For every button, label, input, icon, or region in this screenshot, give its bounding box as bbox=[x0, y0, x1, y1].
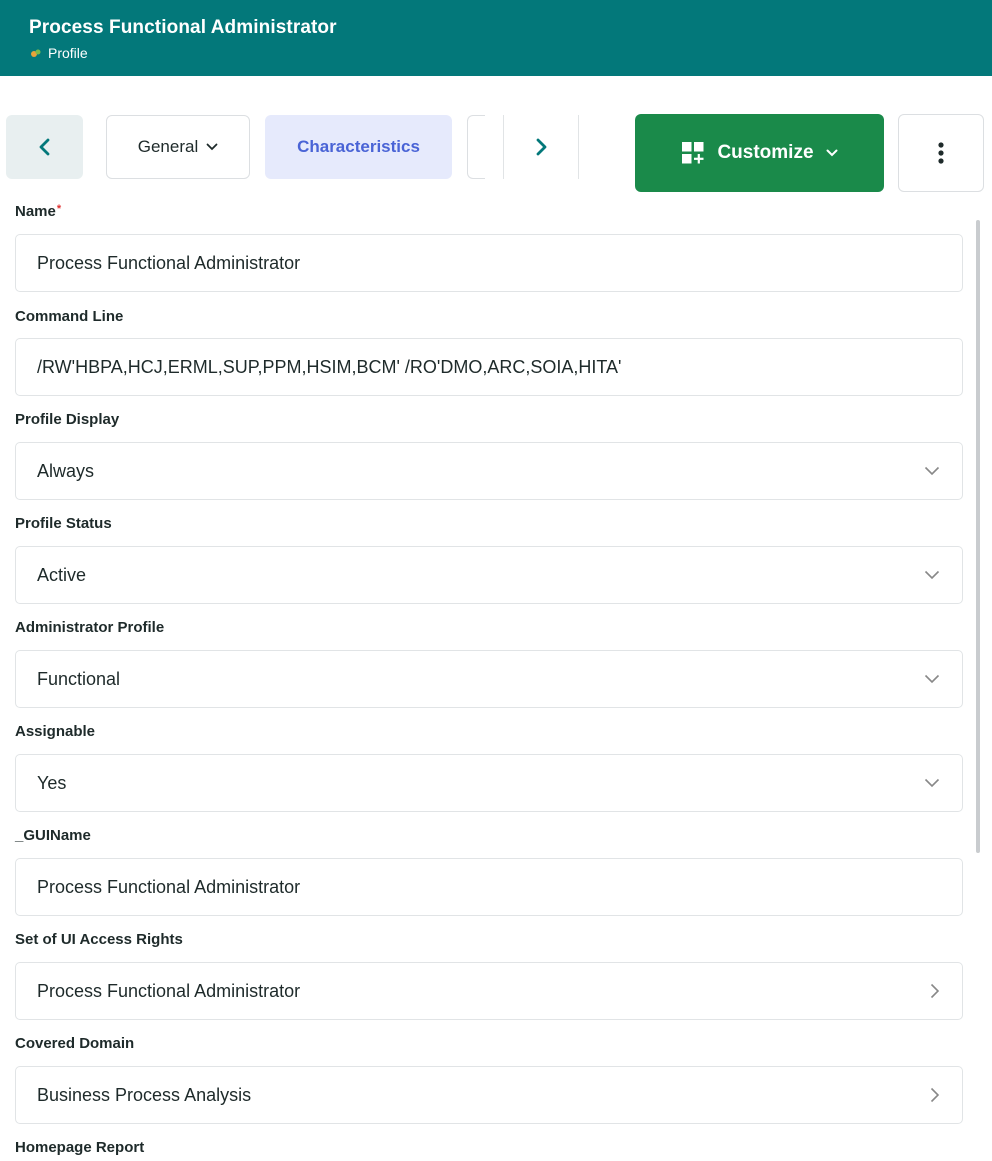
customize-button[interactable]: Customize bbox=[635, 114, 884, 192]
assignable-select[interactable]: Yes bbox=[15, 754, 963, 812]
name-field[interactable]: Process Functional Administrator bbox=[15, 234, 963, 292]
tab-partial[interactable] bbox=[467, 115, 485, 179]
page-header: Process Functional Administrator Profile bbox=[0, 0, 992, 76]
chevron-left-icon bbox=[39, 138, 49, 156]
chevron-right-icon bbox=[930, 983, 940, 999]
administrator-profile-select[interactable]: Functional bbox=[15, 650, 963, 708]
more-options-button[interactable] bbox=[898, 114, 984, 192]
profile-status-value: Active bbox=[37, 564, 87, 585]
gui-name-value: Process Functional Administrator bbox=[37, 876, 301, 897]
command-line-value: /RW'HBPA,HCJ,ERML,SUP,PPM,HSIM,BCM' /RO'… bbox=[37, 356, 622, 377]
name-label-text: Name bbox=[15, 203, 56, 220]
required-indicator: * bbox=[56, 203, 62, 215]
profile-display-value: Always bbox=[37, 460, 95, 481]
customize-label: Customize bbox=[717, 142, 814, 163]
profile-status-label: Profile Status bbox=[15, 515, 112, 532]
subtitle-text: Profile bbox=[48, 45, 88, 61]
administrator-profile-value: Functional bbox=[37, 668, 121, 689]
gui-name-label: _GUIName bbox=[15, 827, 91, 844]
gui-name-field[interactable]: Process Functional Administrator bbox=[15, 858, 963, 916]
previous-tab-button[interactable] bbox=[6, 115, 83, 179]
profile-display-select[interactable]: Always bbox=[15, 442, 963, 500]
chevron-down-icon bbox=[826, 149, 838, 157]
administrator-profile-label: Administrator Profile bbox=[15, 619, 165, 636]
profile-display-label: Profile Display bbox=[15, 411, 120, 428]
covered-domain-label: Covered Domain bbox=[15, 1035, 135, 1052]
homepage-report-label: Homepage Report bbox=[15, 1139, 145, 1156]
chevron-down-icon bbox=[924, 570, 940, 580]
tab-general[interactable]: General bbox=[106, 115, 250, 179]
tab-general-label: General bbox=[137, 137, 199, 156]
profile-status-select[interactable]: Active bbox=[15, 546, 963, 604]
tab-characteristics-label: Characteristics bbox=[297, 137, 420, 156]
chevron-down-icon bbox=[924, 674, 940, 684]
name-field-value: Process Functional Administrator bbox=[37, 252, 301, 273]
chevron-down-icon bbox=[924, 778, 940, 788]
next-tab-button[interactable] bbox=[504, 115, 578, 179]
ui-access-rights-label: Set of UI Access Rights bbox=[15, 931, 183, 948]
name-label: Name* bbox=[15, 203, 61, 220]
toolbar-divider bbox=[578, 115, 579, 179]
add-widget-icon bbox=[682, 142, 704, 164]
command-line-label: Command Line bbox=[15, 308, 124, 325]
command-line-field[interactable]: /RW'HBPA,HCJ,ERML,SUP,PPM,HSIM,BCM' /RO'… bbox=[15, 338, 963, 396]
page-title: Process Functional Administrator bbox=[29, 17, 337, 38]
profile-icon bbox=[31, 49, 41, 57]
assignable-label: Assignable bbox=[15, 723, 96, 740]
chevron-down-icon bbox=[206, 143, 218, 151]
chevron-down-icon bbox=[924, 466, 940, 476]
assignable-value: Yes bbox=[37, 772, 67, 793]
ui-access-rights-value: Process Functional Administrator bbox=[37, 980, 301, 1001]
tab-characteristics[interactable]: Characteristics bbox=[265, 115, 452, 179]
chevron-right-icon bbox=[536, 138, 547, 156]
scrollbar[interactable] bbox=[976, 220, 980, 853]
covered-domain-value: Business Process Analysis bbox=[37, 1084, 252, 1105]
vertical-dots-icon bbox=[938, 142, 944, 164]
covered-domain-link[interactable]: Business Process Analysis bbox=[15, 1066, 963, 1124]
page-subtitle: Profile bbox=[30, 45, 88, 61]
ui-access-rights-link[interactable]: Process Functional Administrator bbox=[15, 962, 963, 1020]
chevron-right-icon bbox=[930, 1087, 940, 1103]
